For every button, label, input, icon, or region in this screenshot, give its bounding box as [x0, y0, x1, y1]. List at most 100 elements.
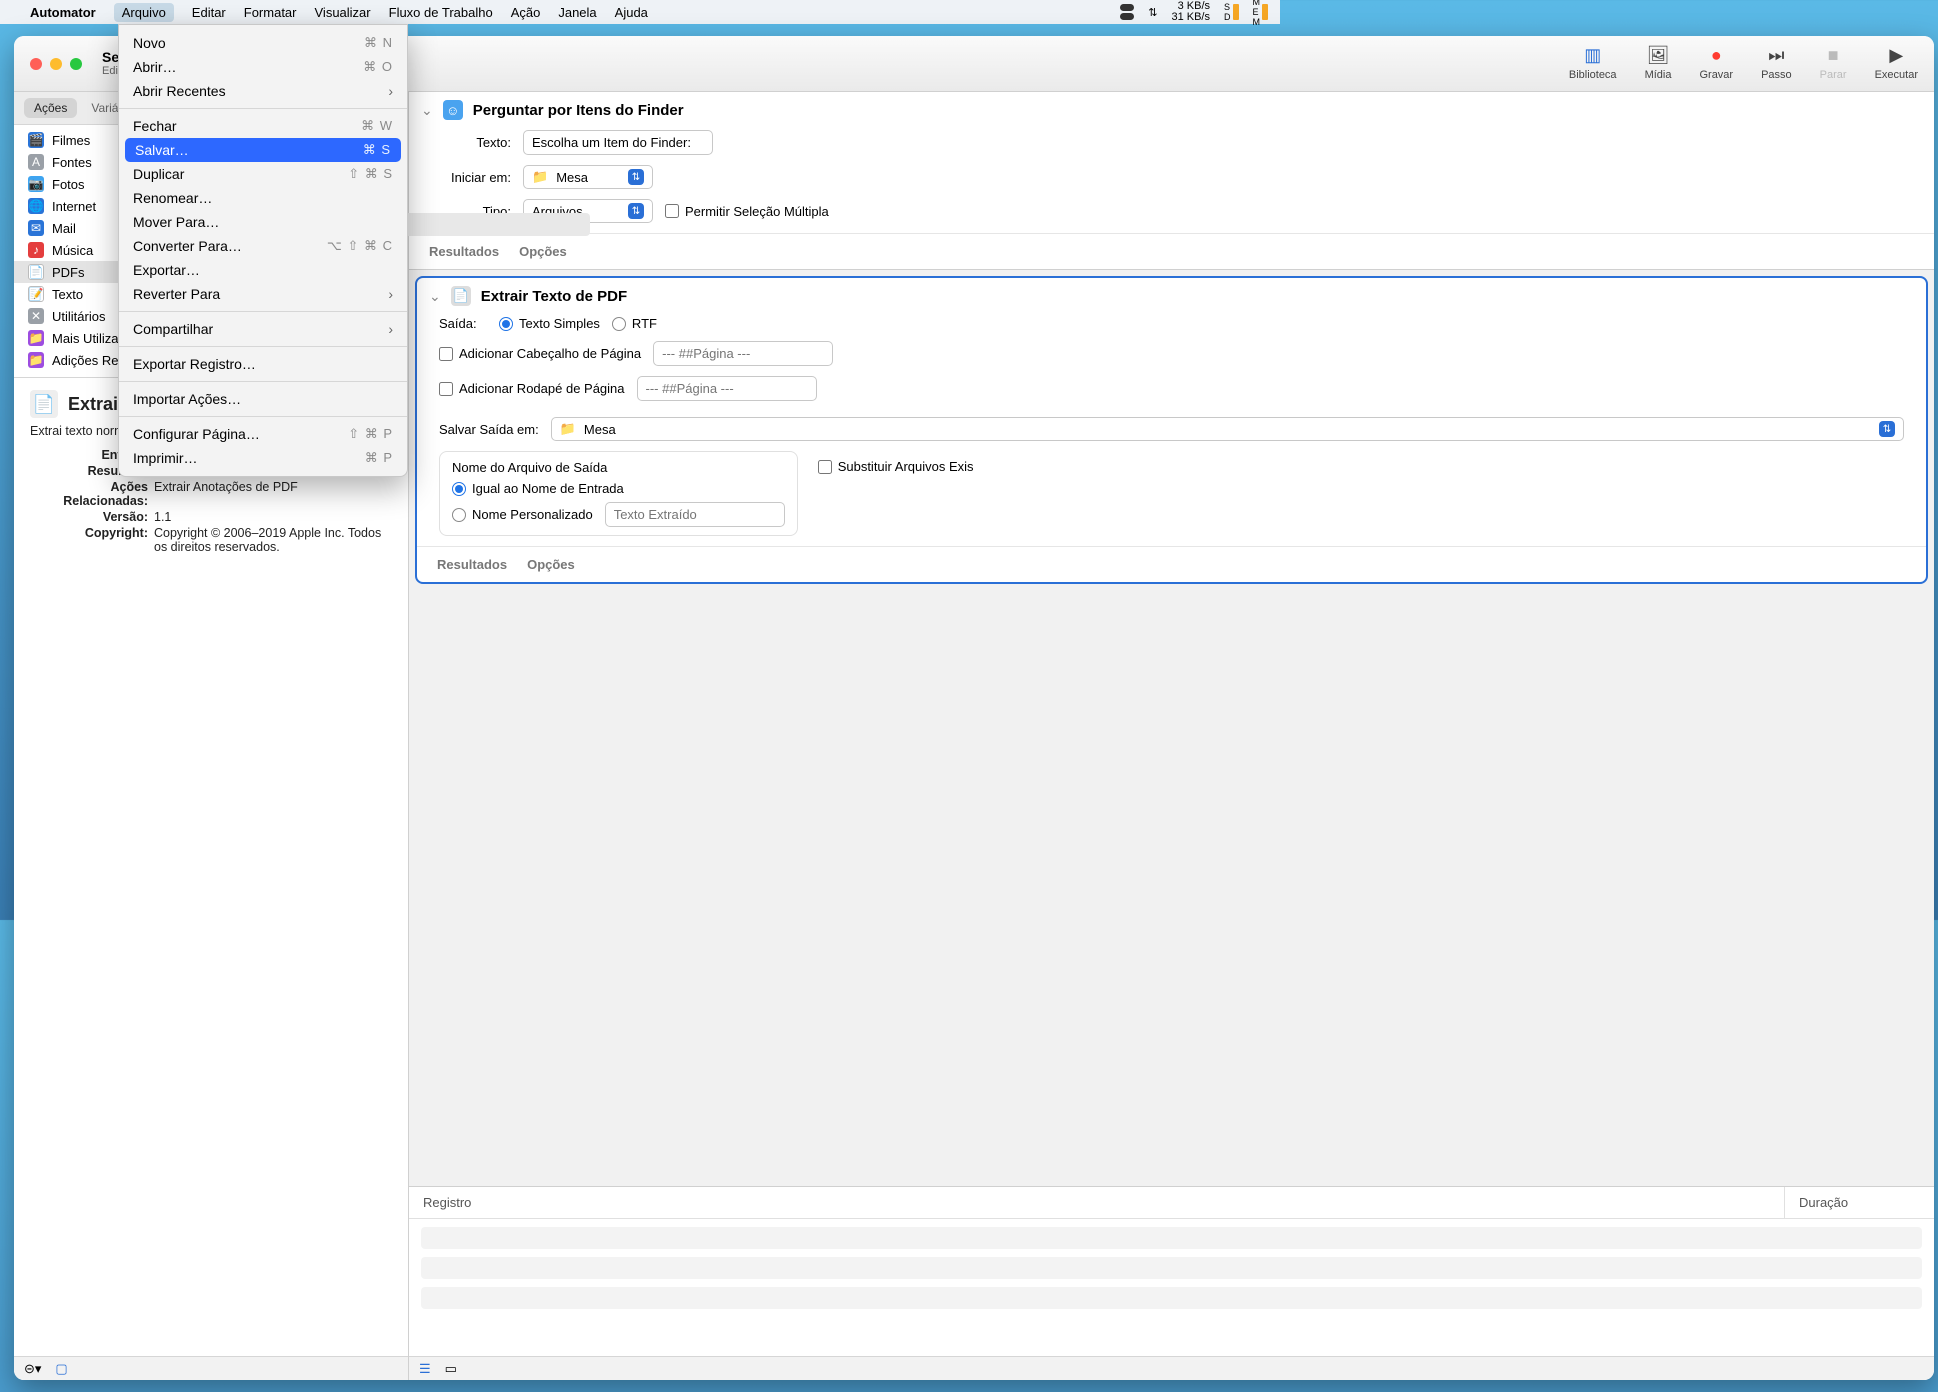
- nome-personalizado-input[interactable]: [605, 502, 785, 527]
- menu-imprimir[interactable]: Imprimir…⌘ P: [119, 446, 407, 470]
- menu-editar[interactable]: Editar: [192, 5, 226, 20]
- menu-renomear[interactable]: Renomear…: [119, 186, 407, 210]
- add-footer-checkbox[interactable]: Adicionar Rodapé de Página: [439, 381, 625, 396]
- header-format-input[interactable]: [653, 341, 833, 366]
- footer-format-input[interactable]: [637, 376, 817, 401]
- menu-configurar-pagina[interactable]: Configurar Página…⇧ ⌘ P: [119, 422, 407, 446]
- toolbar-parar[interactable]: ■Parar: [1820, 47, 1847, 81]
- close-button[interactable]: [30, 58, 42, 70]
- zoom-button[interactable]: [70, 58, 82, 70]
- app-menu[interactable]: Automator: [30, 5, 96, 20]
- menu-acao[interactable]: Ação: [511, 5, 541, 20]
- add-header-checkbox[interactable]: Adicionar Cabeçalho de Página: [439, 346, 641, 361]
- tipo-label: Tipo:: [431, 204, 511, 219]
- menu-formatar[interactable]: Formatar: [244, 5, 297, 20]
- view-toggle-icon[interactable]: ▢: [55, 1361, 67, 1377]
- updown-arrows-icon: ⇅: [1148, 6, 1157, 19]
- saida-label: Saída:: [439, 316, 487, 331]
- disclosure-toggle[interactable]: ⌄: [429, 288, 441, 305]
- menu-abrir-recentes[interactable]: Abrir Recentes›: [119, 79, 407, 103]
- info-relacionadas-v: Extrair Anotações de PDF: [154, 480, 298, 508]
- nome-personalizado-radio[interactable]: Nome Personalizado: [452, 507, 593, 522]
- minimize-button[interactable]: [50, 58, 62, 70]
- menu-duplicar[interactable]: Duplicar⇧ ⌘ S: [119, 162, 407, 186]
- disclosure-toggle[interactable]: ⌄: [421, 102, 433, 119]
- macos-menubar: Automator Arquivo Editar Formatar Visual…: [0, 0, 1280, 24]
- chevron-right-icon: ›: [388, 321, 393, 337]
- net-speed: 3 KB/s31 KB/s: [1171, 1, 1210, 23]
- toolbar-executar[interactable]: ▶Executar: [1875, 47, 1918, 81]
- menu-converter-para[interactable]: Converter Para…⌥ ⇧ ⌘ C: [119, 234, 407, 258]
- library-icon: ▥: [1582, 47, 1604, 65]
- menu-reverter-para[interactable]: Reverter Para›: [119, 282, 407, 306]
- gear-menu-icon[interactable]: ⊝▾: [24, 1361, 41, 1377]
- saida-texto-simples[interactable]: Texto Simples: [499, 316, 600, 331]
- nome-igual-radio[interactable]: Igual ao Nome de Entrada: [452, 481, 785, 496]
- util-icon: ✕: [28, 308, 44, 324]
- menu-arquivo[interactable]: Arquivo: [114, 3, 174, 22]
- saida-rtf[interactable]: RTF: [612, 316, 657, 331]
- music-icon: ♪: [28, 242, 44, 258]
- menu-abrir[interactable]: Abrir…⌘ O: [119, 55, 407, 79]
- mem-icon-m[interactable]: MEM: [1253, 0, 1269, 27]
- toolbar-midia[interactable]: 🖼Mídia: [1645, 47, 1672, 81]
- menu-importar-acoes[interactable]: Importar Ações…: [119, 387, 407, 411]
- record-icon: ●: [1705, 47, 1727, 65]
- text-icon: 📝: [28, 286, 44, 302]
- disk-icon-s[interactable]: SD: [1224, 2, 1239, 22]
- right-bottombar: ☰ ▭: [409, 1356, 1934, 1380]
- log-col-duracao[interactable]: Duração: [1784, 1187, 1934, 1218]
- menu-ajuda[interactable]: Ajuda: [615, 5, 648, 20]
- folder-desktop-icon: 📁: [560, 421, 576, 437]
- chevron-right-icon: ›: [388, 286, 393, 302]
- select-arrows-icon: ⇅: [1879, 421, 1895, 437]
- tipo-select[interactable]: Arquivos⇅: [523, 199, 653, 223]
- log-rows: [409, 1219, 1934, 1317]
- toolbar-biblioteca[interactable]: ▥Biblioteca: [1569, 47, 1617, 81]
- substituir-checkbox[interactable]: Substituir Arquivos Exis: [818, 459, 974, 474]
- stop-icon: ■: [1822, 47, 1844, 65]
- log-col-registro[interactable]: Registro: [409, 1187, 1784, 1218]
- finder-icon: ☺: [443, 100, 463, 120]
- salvar-saida-select[interactable]: 📁 Mesa⇅: [551, 417, 1904, 441]
- menu-visualizar[interactable]: Visualizar: [315, 5, 371, 20]
- texto-input[interactable]: [523, 130, 713, 155]
- info-copyright-k: Copyright:: [30, 526, 148, 554]
- iniciar-select[interactable]: 📁 Mesa⇅: [523, 165, 653, 189]
- salvar-label: Salvar Saída em:: [439, 422, 539, 437]
- menu-compartilhar[interactable]: Compartilhar›: [119, 317, 407, 341]
- toolbar-passo[interactable]: ⏭Passo: [1761, 47, 1792, 81]
- tab-acoes[interactable]: Ações: [24, 98, 77, 118]
- list-view-icon[interactable]: ☰: [419, 1361, 431, 1377]
- menu-fluxo[interactable]: Fluxo de Trabalho: [389, 5, 493, 20]
- iniciar-label: Iniciar em:: [431, 170, 511, 185]
- flow-view-icon[interactable]: ▭: [445, 1361, 457, 1377]
- toolbar-gravar[interactable]: ●Gravar: [1699, 47, 1733, 81]
- run-icon: ▶: [1885, 47, 1907, 65]
- font-icon: A: [28, 154, 44, 170]
- menu-fechar[interactable]: Fechar⌘ W: [119, 114, 407, 138]
- pdf-icon: 📄: [28, 264, 44, 280]
- action2-resultados-button[interactable]: Resultados: [437, 557, 507, 572]
- info-copyright-v: Copyright © 2006–2019 Apple Inc. Todos o…: [154, 526, 392, 554]
- menu-janela[interactable]: Janela: [558, 5, 596, 20]
- action2-opcoes-button[interactable]: Opções: [527, 557, 575, 572]
- toggle-icons[interactable]: [1120, 4, 1134, 20]
- menu-novo[interactable]: Novo⌘ N: [119, 31, 407, 55]
- step-icon: ⏭: [1765, 47, 1787, 65]
- action1-opcoes-button[interactable]: Opções: [519, 244, 567, 259]
- permitir-multipla-checkbox[interactable]: Permitir Seleção Múltipla: [665, 204, 829, 219]
- texto-label: Texto:: [431, 135, 511, 150]
- action1-resultados-button[interactable]: Resultados: [429, 244, 499, 259]
- menu-exportar[interactable]: Exportar…: [119, 258, 407, 282]
- menu-exportar-registro[interactable]: Exportar Registro…: [119, 352, 407, 376]
- log-row: [421, 1257, 1922, 1279]
- chevron-right-icon: ›: [388, 83, 393, 99]
- info-versao-v: 1.1: [154, 510, 171, 524]
- traffic-lights: [30, 58, 82, 70]
- action-extract-pdf-text[interactable]: ⌄ 📄 Extrair Texto de PDF Saída: Texto Si…: [415, 276, 1928, 584]
- menu-mover-para[interactable]: Mover Para…: [119, 210, 407, 234]
- media-icon: 🖼: [1647, 47, 1669, 65]
- menu-salvar[interactable]: Salvar…⌘ S: [125, 138, 401, 162]
- info-versao-k: Versão:: [30, 510, 148, 524]
